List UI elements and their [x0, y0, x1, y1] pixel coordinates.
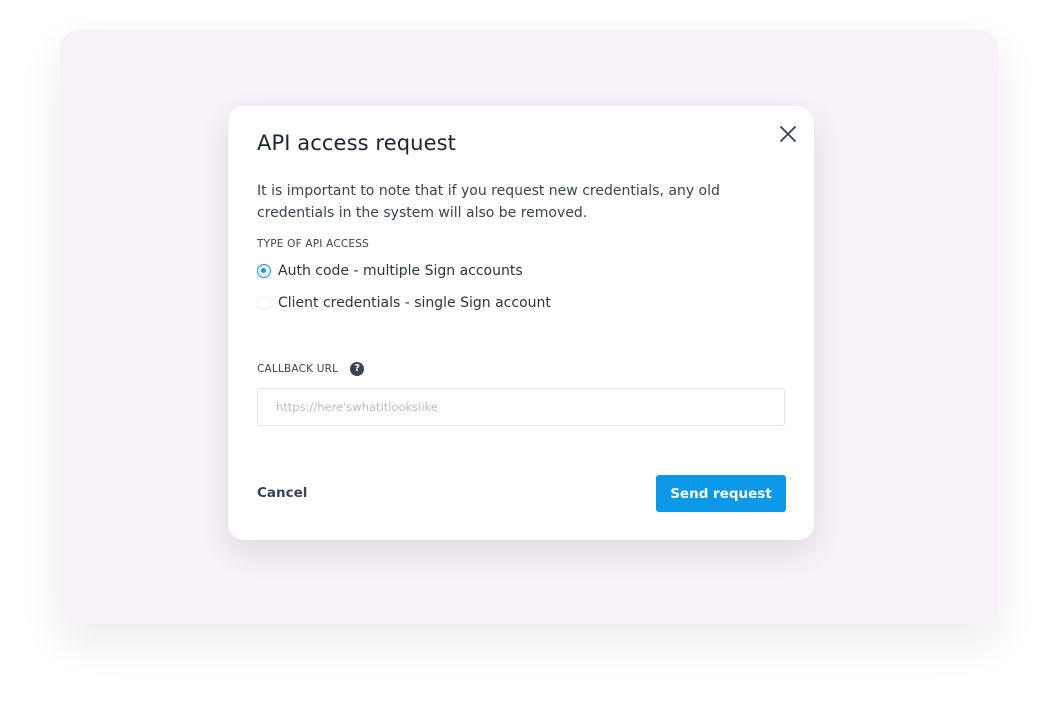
- callback-url-input[interactable]: [257, 388, 785, 426]
- dialog-title: API access request: [257, 131, 456, 155]
- dialog-description: It is important to note that if you requ…: [257, 183, 720, 221]
- cancel-button[interactable]: Cancel: [257, 485, 307, 501]
- radio-label: Client credentials - single Sign account: [278, 295, 551, 311]
- radio-auth-code[interactable]: Auth code - multiple Sign accounts: [257, 263, 523, 279]
- api-access-request-dialog: API access request It is important to no…: [228, 106, 814, 540]
- callback-url-label: CALLBACK URL ?: [257, 362, 365, 376]
- access-type-label: TYPE OF API ACCESS: [257, 238, 369, 250]
- radio-client-credentials[interactable]: Client credentials - single Sign account: [257, 295, 551, 311]
- callback-url-label-text: CALLBACK URL: [257, 363, 339, 375]
- send-request-button[interactable]: Send request: [656, 475, 786, 512]
- radio-button-selected[interactable]: [257, 264, 271, 278]
- close-icon: [780, 126, 796, 142]
- close-button[interactable]: [778, 124, 798, 144]
- radio-label: Auth code - multiple Sign accounts: [278, 263, 523, 279]
- help-icon[interactable]: ?: [350, 362, 365, 376]
- radio-button-unselected[interactable]: [257, 296, 271, 310]
